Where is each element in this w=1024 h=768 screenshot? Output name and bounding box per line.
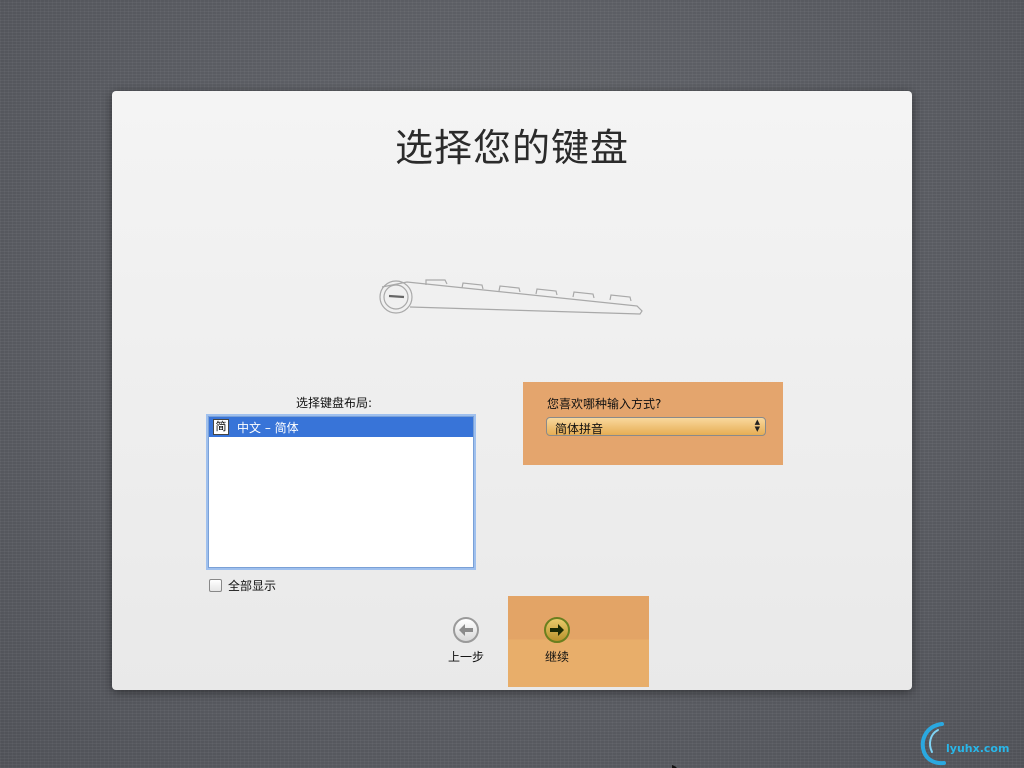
input-method-select[interactable]: 简体拼音 ▲ ▼ bbox=[546, 417, 766, 436]
show-all-label: 全部显示 bbox=[228, 579, 277, 593]
input-method-panel: 您喜欢哪种输入方式? 简体拼音 ▲ ▼ bbox=[523, 382, 783, 465]
mouse-cursor-icon: ▸ bbox=[672, 762, 678, 768]
layout-label: 选择键盘布局: bbox=[296, 396, 373, 410]
back-label: 上一步 bbox=[447, 650, 484, 664]
continue-panel: 继续 bbox=[508, 596, 649, 687]
list-item-label: 中文 – 简体 bbox=[237, 420, 299, 435]
back-button[interactable]: 上一步 bbox=[443, 617, 489, 665]
list-item-chinese-simplified[interactable]: 简 中文 – 简体 bbox=[209, 417, 473, 437]
continue-button[interactable]: 继续 bbox=[534, 617, 580, 665]
watermark-logo: lyuhx.com bbox=[918, 720, 1022, 766]
keyboard-layout-list[interactable]: 简 中文 – 简体 bbox=[208, 416, 474, 568]
setup-window: 选择您的键盘 选择键盘布局: 简 中文 – 简体 全部显示 您喜欢哪种输入方式?… bbox=[112, 91, 912, 690]
select-arrows-icon: ▲ ▼ bbox=[754, 418, 760, 433]
continue-label: 继续 bbox=[544, 650, 569, 664]
forward-arrow-icon[interactable] bbox=[544, 617, 570, 643]
show-all-option[interactable]: 全部显示 bbox=[209, 577, 276, 594]
input-method-value: 简体拼音 bbox=[555, 422, 604, 436]
back-arrow-icon[interactable] bbox=[453, 617, 479, 643]
show-all-checkbox[interactable] bbox=[209, 579, 222, 592]
keyboard-illustration bbox=[379, 279, 643, 315]
watermark-text: lyuhx.com bbox=[946, 742, 1010, 755]
input-method-question: 您喜欢哪种输入方式? bbox=[547, 397, 662, 411]
simplified-chinese-icon: 简 bbox=[213, 419, 229, 435]
page-title: 选择您的键盘 bbox=[394, 126, 629, 170]
